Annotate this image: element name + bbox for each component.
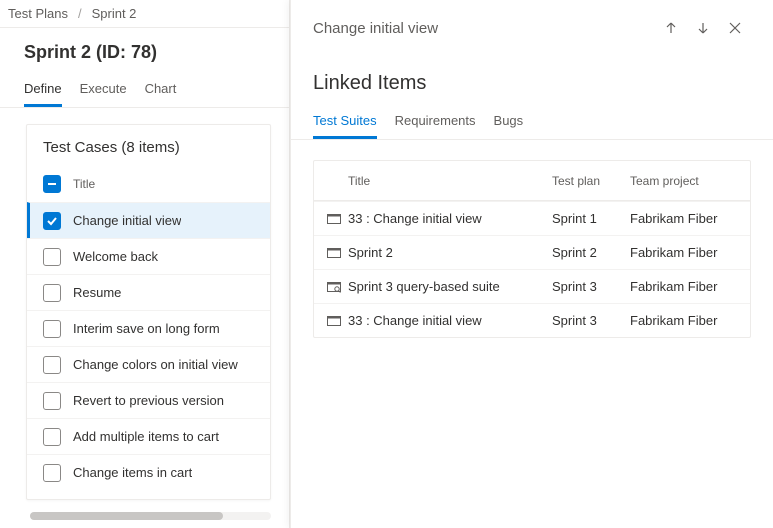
linked-items-table: Title Test plan Team project 33 : Change… bbox=[313, 160, 751, 338]
tab-bugs[interactable]: Bugs bbox=[494, 107, 524, 139]
test-case-title: Add multiple items to cart bbox=[73, 429, 219, 444]
arrow-up-icon[interactable] bbox=[655, 12, 687, 44]
panel-header: Change initial view bbox=[291, 0, 773, 54]
breadcrumb-separator: / bbox=[78, 6, 82, 21]
test-case-row[interactable]: Welcome back bbox=[27, 238, 270, 274]
test-case-row[interactable]: Resume bbox=[27, 274, 270, 310]
test-case-title: Interim save on long form bbox=[73, 321, 220, 336]
tab-execute[interactable]: Execute bbox=[80, 75, 127, 107]
tab-chart[interactable]: Chart bbox=[145, 75, 177, 107]
row-plan: Sprint 2 bbox=[552, 245, 630, 260]
test-case-row[interactable]: Interim save on long form bbox=[27, 310, 270, 346]
test-cases-card: Test Cases (8 items) Title Change initia… bbox=[26, 124, 271, 500]
test-case-title: Welcome back bbox=[73, 249, 158, 264]
breadcrumb: Test Plans / Sprint 2 bbox=[0, 0, 289, 28]
test-case-title: Change items in cart bbox=[73, 465, 192, 480]
side-panel: Change initial view Linked Items Test Su… bbox=[290, 0, 773, 528]
column-title-label: Title bbox=[73, 177, 95, 191]
panel-tabs: Test Suites Requirements Bugs bbox=[291, 103, 773, 140]
row-checkbox[interactable] bbox=[43, 212, 61, 230]
breadcrumb-current[interactable]: Sprint 2 bbox=[92, 6, 137, 21]
row-checkbox[interactable] bbox=[43, 356, 61, 374]
select-all-checkbox[interactable] bbox=[43, 175, 61, 193]
test-cases-header: Test Cases (8 items) bbox=[27, 125, 270, 166]
table-row[interactable]: 33 : Change initial view Sprint 3 Fabrik… bbox=[314, 303, 750, 337]
query-suite-icon bbox=[324, 281, 344, 293]
row-title: 33 : Change initial view bbox=[344, 211, 552, 226]
panel-title: Change initial view bbox=[313, 20, 655, 37]
col-plan-label: Test plan bbox=[552, 174, 630, 188]
table-header-row: Title Test plan Team project bbox=[314, 161, 750, 201]
test-case-title: Change initial view bbox=[73, 213, 181, 228]
left-pane: Test Plans / Sprint 2 Sprint 2 (ID: 78) … bbox=[0, 0, 290, 528]
row-team: Fabrikam Fiber bbox=[630, 313, 740, 328]
horizontal-scrollbar[interactable] bbox=[30, 512, 271, 522]
row-checkbox[interactable] bbox=[43, 284, 61, 302]
tab-define[interactable]: Define bbox=[24, 75, 62, 107]
static-suite-icon bbox=[324, 315, 344, 327]
static-suite-icon bbox=[324, 213, 344, 225]
tab-test-suites[interactable]: Test Suites bbox=[313, 107, 377, 139]
row-plan: Sprint 3 bbox=[552, 313, 630, 328]
breadcrumb-root[interactable]: Test Plans bbox=[8, 6, 68, 21]
col-team-label: Team project bbox=[630, 174, 740, 188]
row-checkbox[interactable] bbox=[43, 320, 61, 338]
test-case-row[interactable]: Change initial view bbox=[27, 202, 270, 238]
row-checkbox[interactable] bbox=[43, 392, 61, 410]
tab-requirements[interactable]: Requirements bbox=[395, 107, 476, 139]
row-title: 33 : Change initial view bbox=[344, 313, 552, 328]
test-case-row[interactable]: Change colors on initial view bbox=[27, 346, 270, 382]
test-case-row[interactable]: Revert to previous version bbox=[27, 382, 270, 418]
static-suite-icon bbox=[324, 247, 344, 259]
main-tabs: Define Execute Chart bbox=[0, 71, 289, 108]
row-title: Sprint 2 bbox=[344, 245, 552, 260]
row-checkbox[interactable] bbox=[43, 428, 61, 446]
test-case-title: Resume bbox=[73, 285, 121, 300]
linked-items-heading: Linked Items bbox=[291, 54, 773, 103]
row-plan: Sprint 3 bbox=[552, 279, 630, 294]
table-row[interactable]: Sprint 2 Sprint 2 Fabrikam Fiber bbox=[314, 235, 750, 269]
col-title-label: Title bbox=[344, 174, 552, 188]
test-case-title: Change colors on initial view bbox=[73, 357, 238, 372]
table-row[interactable]: Sprint 3 query-based suite Sprint 3 Fabr… bbox=[314, 269, 750, 303]
row-checkbox[interactable] bbox=[43, 464, 61, 482]
arrow-down-icon[interactable] bbox=[687, 12, 719, 44]
test-cases-column-header: Title bbox=[27, 166, 270, 202]
row-team: Fabrikam Fiber bbox=[630, 211, 740, 226]
test-case-row[interactable]: Add multiple items to cart bbox=[27, 418, 270, 454]
test-case-title: Revert to previous version bbox=[73, 393, 224, 408]
page-title: Sprint 2 (ID: 78) bbox=[0, 28, 289, 71]
row-team: Fabrikam Fiber bbox=[630, 245, 740, 260]
row-plan: Sprint 1 bbox=[552, 211, 630, 226]
row-checkbox[interactable] bbox=[43, 248, 61, 266]
row-title: Sprint 3 query-based suite bbox=[344, 279, 552, 294]
row-team: Fabrikam Fiber bbox=[630, 279, 740, 294]
table-row[interactable]: 33 : Change initial view Sprint 1 Fabrik… bbox=[314, 201, 750, 235]
close-icon[interactable] bbox=[719, 12, 751, 44]
test-case-row[interactable]: Change items in cart bbox=[27, 454, 270, 490]
